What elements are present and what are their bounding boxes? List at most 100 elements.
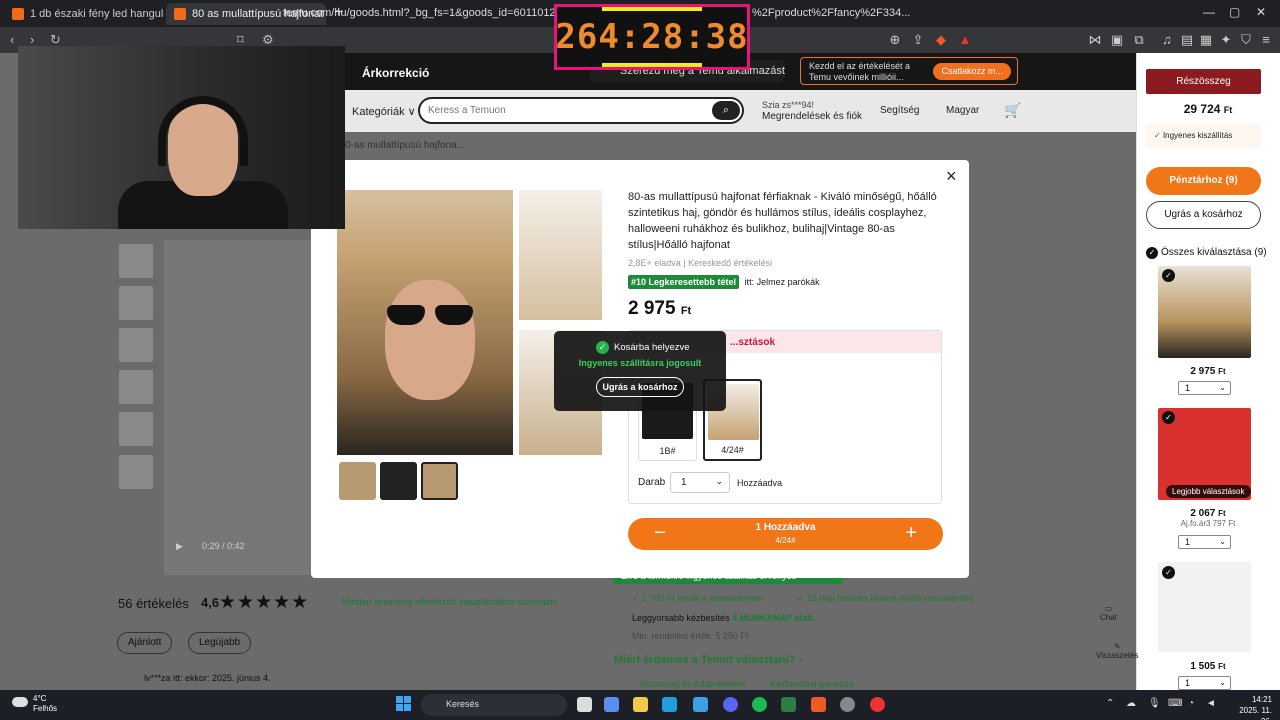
gallery-thumb[interactable] (119, 412, 153, 446)
zoom-icon[interactable]: ⊕ (888, 33, 902, 47)
excel-icon[interactable] (781, 697, 796, 712)
back-icon[interactable]: ‹ (10, 32, 14, 47)
checkbox-icon[interactable]: ✓ (1146, 247, 1158, 259)
gallery-thumb[interactable] (119, 244, 153, 278)
sold-info: 2,8E+ eladva | Kereskedő értékelési (628, 258, 773, 268)
brave-shield-icon[interactable]: ◆ (934, 33, 948, 47)
categories-menu[interactable]: Kategóriák ∨ (352, 105, 416, 118)
rank-info: #10 Legkeresettebb tétel itt: Jelmez par… (628, 275, 820, 289)
gallery-thumb[interactable] (119, 328, 153, 362)
gallery-thumb[interactable] (119, 370, 153, 404)
ai-icon[interactable]: ✦ (1219, 33, 1233, 47)
gallery-thumb[interactable] (119, 455, 153, 489)
verified-reviews: Minden vélemény ellenőrzött vásárlásokbó… (342, 597, 558, 607)
go-to-cart-button[interactable]: Ugrás a kosárhoz (596, 377, 684, 397)
add-to-cart-bar[interactable]: − 1 Hozzáadva 4/24# + (628, 518, 943, 550)
maximize-icon[interactable]: ▢ (1229, 5, 1240, 19)
timer-bar (602, 7, 702, 11)
browser-tab[interactable]: 1 db északi fény led hangulatvetítő lá × (4, 3, 164, 25)
store-icon[interactable] (693, 697, 708, 712)
why-temu-link[interactable]: Miért érdemes a Temut választani? › (614, 654, 802, 666)
modal-thumb[interactable] (339, 462, 376, 500)
sidebar-icon[interactable]: ▤ (1180, 33, 1194, 47)
cart-icon[interactable]: 🛒 (1004, 102, 1021, 119)
rank-text[interactable]: itt: Jelmez parókák (745, 277, 820, 287)
minimize-icon[interactable]: — (1203, 5, 1215, 19)
review-promo[interactable]: Kezdd el az értékelését a Temu vevőinek … (800, 57, 1018, 85)
play-icon[interactable]: ▶ (176, 541, 183, 552)
brave-icon[interactable] (811, 697, 826, 712)
merchant-rating[interactable]: Kereskedő értékelési (688, 258, 772, 268)
file-explorer-icon[interactable] (633, 697, 648, 712)
vpn-icon[interactable]: ⛉ (1239, 33, 1253, 47)
refund-info: ✓ 15 nap frissítés hiánya miatti visszat… (797, 593, 974, 603)
obs-icon[interactable] (870, 697, 885, 712)
discord-icon[interactable] (723, 697, 738, 712)
product-side-image[interactable] (519, 190, 602, 320)
star-rating-icon: ★★★★★ (219, 592, 310, 613)
sort-latest-button[interactable]: Legújabb (188, 632, 252, 654)
product-main-image[interactable] (337, 190, 513, 455)
tab-title: 1 db északi fény led hangulatvetítő lá (30, 8, 164, 20)
select-all[interactable]: ✓ Összes kiválasztása (9) (1146, 247, 1267, 259)
share-icon[interactable]: ⇪ (911, 33, 925, 47)
tray-expand-icon[interactable]: ⌃ (1106, 698, 1114, 709)
search-icon[interactable]: ⌕ (712, 101, 740, 120)
go-to-cart-button[interactable]: Ugrás a kosárhoz (1146, 201, 1261, 229)
checkout-button[interactable]: Pénztárhoz (9) (1146, 167, 1261, 195)
windows-start-icon[interactable] (396, 696, 411, 711)
cart-item-price-value: 2 975 (1190, 366, 1216, 377)
help-link[interactable]: Segítség (880, 105, 919, 116)
visits-button[interactable]: ✎ Viszaszetés (1096, 642, 1139, 660)
close-icon[interactable]: × (946, 166, 957, 187)
subtotal-button[interactable]: Részösszeg (1146, 69, 1261, 94)
cart-item-qty[interactable]: 1 ⌄ (1178, 535, 1231, 549)
sort-recommended-button[interactable]: Ajánlott (117, 632, 173, 654)
gallery-thumb[interactable] (119, 286, 153, 320)
task-view-icon[interactable] (577, 697, 592, 712)
wallet2-icon[interactable]: ▦ (1199, 33, 1213, 47)
edge-icon[interactable] (662, 697, 677, 712)
increase-button[interactable]: + (905, 522, 917, 545)
mic-icon[interactable]: 🎙 (1148, 698, 1161, 709)
search-input[interactable] (428, 105, 708, 116)
checkbox-icon[interactable]: ✓ (1162, 269, 1175, 282)
chat-icon: ▭ (1104, 604, 1113, 613)
copilot-icon[interactable] (604, 697, 619, 712)
search-box[interactable]: ⌕ (418, 97, 744, 124)
brave-rewards-icon[interactable]: ▲ (958, 33, 972, 47)
close-window-icon[interactable]: ✕ (1256, 5, 1266, 19)
modal-thumb-selected[interactable] (421, 462, 458, 500)
language-selector[interactable]: Magyar (946, 105, 979, 116)
account-menu[interactable]: Szia zs***94! Megrendelések és fiók (762, 100, 862, 122)
breadcrumb[interactable]: 0-as mullattípusú hajfona... (345, 140, 465, 151)
checkbox-icon[interactable]: ✓ (1162, 566, 1175, 579)
wallet-icon[interactable]: ⋈ (1088, 33, 1102, 47)
music-icon[interactable]: ♫ (1160, 33, 1174, 47)
quantity-select[interactable]: 1 ⌄ (670, 472, 730, 493)
checkbox-icon[interactable]: ✓ (1162, 411, 1175, 424)
wifi-icon[interactable]: ◔ (1188, 698, 1194, 709)
modal-thumb[interactable] (380, 462, 417, 500)
forward-icon[interactable]: › (30, 32, 34, 47)
added-count: 1 Hozzáadva (755, 522, 816, 533)
cart-item-qty[interactable]: 1 ⌄ (1178, 381, 1231, 395)
toast-title: Kosárba helyezve (614, 342, 690, 353)
cart-item-qty[interactable]: 1 ⌄ (1178, 676, 1231, 690)
taskbar-search[interactable]: Keresés (421, 694, 567, 716)
onedrive-icon[interactable]: ☁ (1126, 698, 1136, 709)
volume-icon[interactable]: ◄ (1206, 698, 1216, 709)
product-video[interactable] (164, 240, 314, 575)
safety-link[interactable]: Biztonság és Adatvédelem (640, 679, 746, 689)
delivery-guarantee-link[interactable]: Kézbesítési garancia (770, 679, 854, 689)
app-icon[interactable] (840, 697, 855, 712)
screenshot-icon[interactable]: ⧉ (1132, 33, 1146, 47)
chat-button[interactable]: ▭ Chat (1100, 604, 1117, 622)
join-button[interactable]: Csatlakozz m... (933, 63, 1011, 80)
spotify-icon[interactable] (752, 697, 767, 712)
extension-icon[interactable]: ▣ (1110, 33, 1124, 47)
clock[interactable]: 14:21 2025. 11. 26. (1227, 694, 1272, 720)
language-icon[interactable]: ⌨ (1168, 698, 1182, 709)
orders-account: Megrendelések és fiók (762, 111, 863, 122)
menu-icon[interactable]: ≡ (1259, 33, 1273, 47)
